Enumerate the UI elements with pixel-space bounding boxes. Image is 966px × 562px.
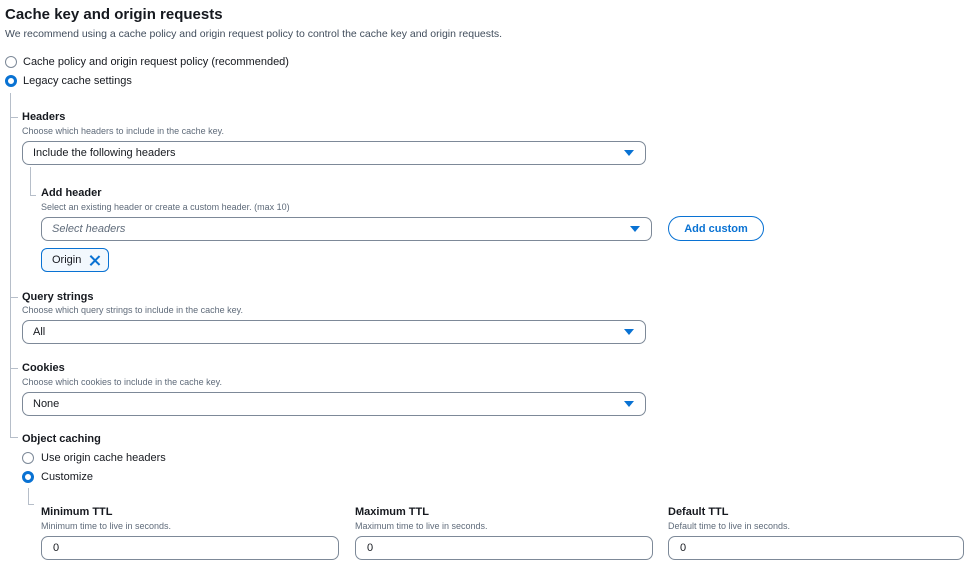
radio-label: Customize bbox=[41, 471, 93, 483]
headers-select[interactable]: Include the following headers bbox=[22, 141, 646, 165]
caret-down-icon bbox=[630, 226, 640, 232]
caret-down-icon bbox=[624, 401, 634, 407]
tree-branch bbox=[10, 117, 18, 118]
radio-option-cache-policy[interactable]: Cache policy and origin request policy (… bbox=[5, 56, 289, 68]
tree-line bbox=[28, 488, 29, 504]
query-strings-select-value: All bbox=[33, 326, 46, 338]
query-strings-description: Choose which query strings to include in… bbox=[22, 305, 243, 315]
minimum-ttl-input[interactable]: 0 bbox=[41, 536, 339, 560]
close-icon[interactable] bbox=[89, 255, 100, 266]
radio-button[interactable] bbox=[22, 471, 34, 483]
add-header-label: Add header bbox=[41, 187, 102, 199]
minimum-ttl-description: Minimum time to live in seconds. bbox=[41, 521, 172, 531]
object-caching-label: Object caching bbox=[22, 433, 101, 445]
header-token: Origin bbox=[41, 248, 109, 272]
maximum-ttl-input[interactable]: 0 bbox=[355, 536, 653, 560]
tree-line bbox=[30, 167, 31, 195]
caret-down-icon bbox=[624, 329, 634, 335]
minimum-ttl-label: Minimum TTL bbox=[41, 506, 113, 518]
tree-branch bbox=[10, 368, 18, 369]
cookies-select[interactable]: None bbox=[22, 392, 646, 416]
cookies-description: Choose which cookies to include in the c… bbox=[22, 377, 222, 387]
headers-label: Headers bbox=[22, 111, 66, 123]
query-strings-label: Query strings bbox=[22, 291, 94, 303]
default-ttl-input[interactable]: 0 bbox=[668, 536, 964, 560]
default-ttl-label: Default TTL bbox=[668, 506, 729, 518]
maximum-ttl-label: Maximum TTL bbox=[355, 506, 429, 518]
default-ttl-description: Default time to live in seconds. bbox=[668, 521, 791, 531]
radio-button[interactable] bbox=[22, 452, 34, 464]
headers-description: Choose which headers to include in the c… bbox=[22, 126, 224, 136]
maximum-ttl-value: 0 bbox=[367, 542, 374, 554]
tree-branch bbox=[30, 195, 36, 196]
headers-select-value: Include the following headers bbox=[33, 147, 176, 159]
minimum-ttl-value: 0 bbox=[53, 542, 60, 554]
section-description: We recommend using a cache policy and or… bbox=[5, 28, 503, 40]
maximum-ttl-description: Maximum time to live in seconds. bbox=[355, 521, 488, 531]
radio-label: Legacy cache settings bbox=[23, 75, 132, 87]
default-ttl-value: 0 bbox=[680, 542, 687, 554]
section-title: Cache key and origin requests bbox=[5, 6, 223, 23]
add-header-description: Select an existing header or create a cu… bbox=[41, 202, 290, 212]
radio-label: Cache policy and origin request policy (… bbox=[23, 56, 289, 68]
tree-branch bbox=[28, 504, 34, 505]
add-header-placeholder: Select headers bbox=[52, 223, 126, 235]
radio-button[interactable] bbox=[5, 56, 17, 68]
radio-button[interactable] bbox=[5, 75, 17, 87]
radio-option-origin-headers[interactable]: Use origin cache headers bbox=[22, 452, 166, 464]
token-label: Origin bbox=[52, 254, 82, 266]
add-header-select[interactable]: Select headers bbox=[41, 217, 652, 241]
tree-branch bbox=[10, 297, 18, 298]
radio-option-customize[interactable]: Customize bbox=[22, 471, 93, 483]
cookies-label: Cookies bbox=[22, 362, 65, 374]
caret-down-icon bbox=[624, 150, 634, 156]
query-strings-select[interactable]: All bbox=[22, 320, 646, 344]
radio-option-legacy[interactable]: Legacy cache settings bbox=[5, 75, 132, 87]
tree-line bbox=[10, 93, 11, 437]
cookies-select-value: None bbox=[33, 398, 60, 410]
radio-label: Use origin cache headers bbox=[41, 452, 166, 464]
tree-branch bbox=[10, 437, 18, 438]
add-custom-button[interactable]: Add custom bbox=[668, 216, 764, 241]
